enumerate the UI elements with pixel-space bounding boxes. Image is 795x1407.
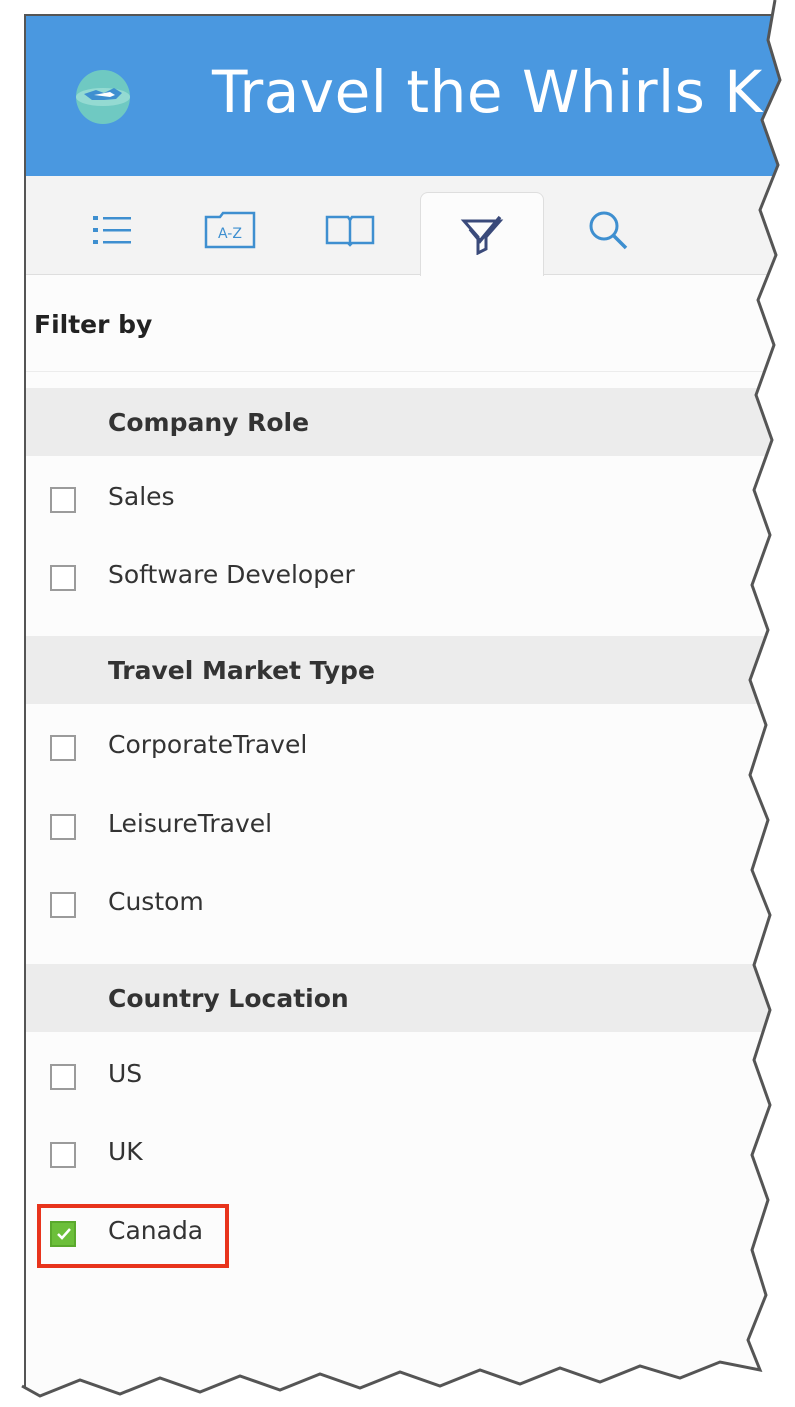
filter-title: Filter by — [34, 310, 153, 339]
filter-option-sales[interactable]: Sales — [50, 482, 650, 522]
group-header-travel-market-type: Travel Market Type — [26, 636, 795, 704]
group-header-country-location: Country Location — [26, 964, 795, 1032]
group-header-company-role: Company Role — [26, 388, 795, 456]
filter-option-leisure-travel[interactable]: LeisureTravel — [50, 809, 650, 849]
checkbox[interactable] — [50, 735, 76, 761]
clear-filter-link[interactable]: C — [768, 314, 786, 344]
divider — [26, 371, 795, 372]
checkbox[interactable] — [50, 1142, 76, 1168]
group-label: Company Role — [108, 408, 310, 437]
a-z-icon: A-Z — [204, 211, 256, 249]
option-label: Software Developer — [108, 560, 355, 589]
checkbox[interactable] — [50, 814, 76, 840]
app-header: Travel the Whirls K — [26, 16, 795, 176]
tab-bar: A-Z — [26, 176, 795, 276]
filter-check-icon — [460, 215, 504, 255]
checkbox[interactable] — [50, 487, 76, 513]
tab-filter[interactable] — [420, 192, 544, 276]
tab-list[interactable] — [78, 202, 146, 258]
book-icon — [325, 215, 375, 247]
filter-option-corporate-travel[interactable]: CorporateTravel — [50, 730, 650, 770]
tab-book[interactable] — [316, 202, 384, 258]
option-label: US — [108, 1059, 143, 1088]
group-label: Travel Market Type — [108, 656, 375, 685]
highlight-box — [37, 1204, 229, 1268]
option-label: UK — [108, 1137, 143, 1166]
list-icon — [93, 216, 131, 244]
checkbox[interactable] — [50, 892, 76, 918]
filter-option-uk[interactable]: UK — [50, 1137, 650, 1177]
app-window: Travel the Whirls K A-Z Filter by C Comp… — [24, 14, 795, 1394]
option-label: Custom — [108, 887, 204, 916]
option-label: Sales — [108, 482, 175, 511]
option-label: LeisureTravel — [108, 809, 273, 838]
tab-a-z[interactable]: A-Z — [196, 202, 264, 258]
option-label: CorporateTravel — [108, 730, 308, 759]
tab-search[interactable] — [574, 202, 642, 258]
filter-option-custom[interactable]: Custom — [50, 887, 650, 927]
filter-option-us[interactable]: US — [50, 1059, 650, 1099]
app-title: Travel the Whirls K — [212, 58, 763, 126]
globe-logo-icon — [76, 70, 130, 124]
checkbox[interactable] — [50, 565, 76, 591]
filter-option-software-developer[interactable]: Software Developer — [50, 560, 650, 600]
search-icon — [589, 211, 628, 250]
svg-text:A-Z: A-Z — [218, 226, 242, 242]
group-label: Country Location — [108, 984, 349, 1013]
checkbox[interactable] — [50, 1064, 76, 1090]
